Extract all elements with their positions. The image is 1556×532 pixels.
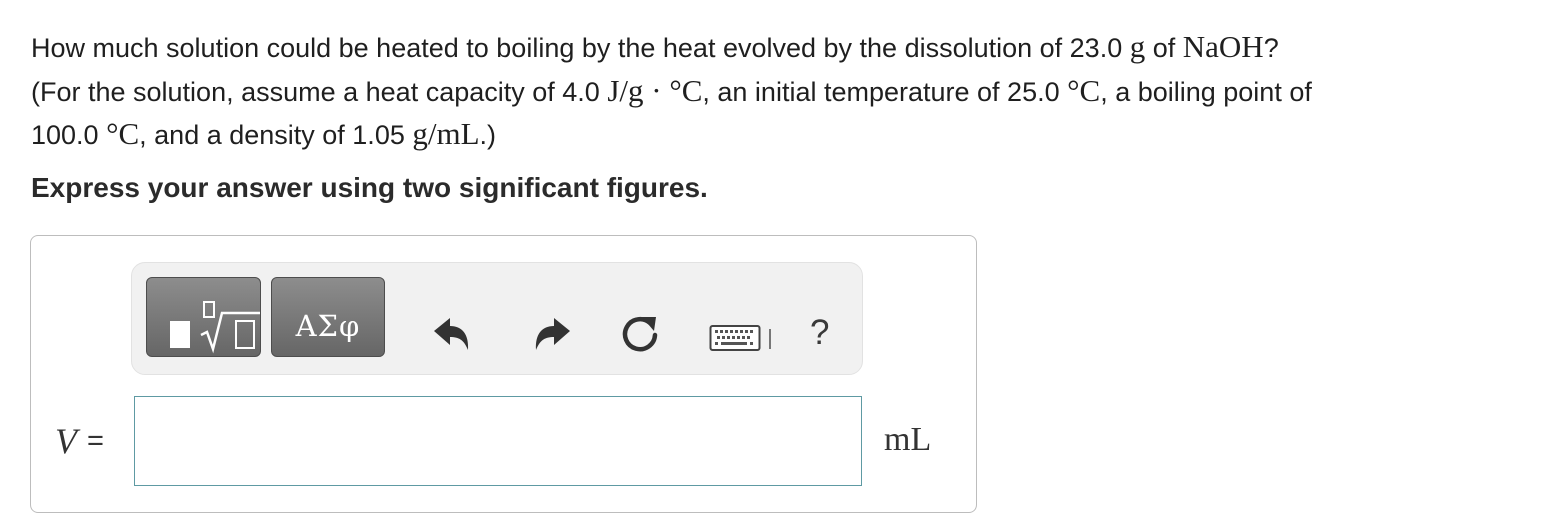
question-text-part: of	[1145, 33, 1183, 63]
compound-formula: NaOH	[1182, 29, 1264, 64]
instruction-text: Express your answer using two significan…	[31, 172, 708, 203]
variable-symbol: V	[55, 421, 77, 461]
reset-icon[interactable]	[620, 313, 662, 355]
templates-icon	[170, 301, 260, 354]
question-text-part: (For the solution, assume a heat capacit…	[31, 76, 608, 107]
answer-input[interactable]	[134, 396, 862, 486]
help-button[interactable]: ?	[810, 313, 829, 353]
answer-variable-label: V =	[55, 420, 104, 462]
density-unit: g/mL	[412, 116, 480, 151]
question-line-1: How much solution could be heated to boi…	[31, 26, 1541, 70]
question-text-part: How much solution could be heated to boi…	[31, 33, 1130, 63]
equals-sign: =	[87, 425, 104, 457]
undo-icon[interactable]	[432, 315, 472, 353]
question-text-part: .)	[479, 120, 497, 150]
templates-button[interactable]	[146, 277, 261, 357]
symbols-button[interactable]: ΑΣφ	[271, 277, 385, 357]
unit-grams: g	[1129, 29, 1146, 64]
heat-capacity-unit: J/g · °C	[607, 72, 703, 108]
question-text-part: , a boiling point of	[1100, 76, 1312, 107]
redo-icon[interactable]	[532, 315, 572, 353]
question-text-part: ?	[1263, 33, 1279, 63]
question-text-part: 100.0	[31, 120, 107, 150]
answer-unit-label: mL	[884, 421, 932, 458]
question-line-3: 100.0 °C, and a density of 1.05 g/mL.)	[31, 113, 1541, 157]
question-text-part: , and a density of 1.05	[139, 120, 413, 150]
question-text-part: , an initial temperature of 25.0	[702, 76, 1068, 107]
question-text: How much solution could be heated to boi…	[31, 26, 1541, 157]
question-line-2: (For the solution, assume a heat capacit…	[31, 70, 1541, 114]
temperature-unit: °C	[1067, 72, 1101, 108]
symbols-button-label: ΑΣφ	[295, 309, 361, 343]
temperature-unit: °C	[106, 116, 140, 151]
keyboard-icon[interactable]	[709, 323, 779, 353]
